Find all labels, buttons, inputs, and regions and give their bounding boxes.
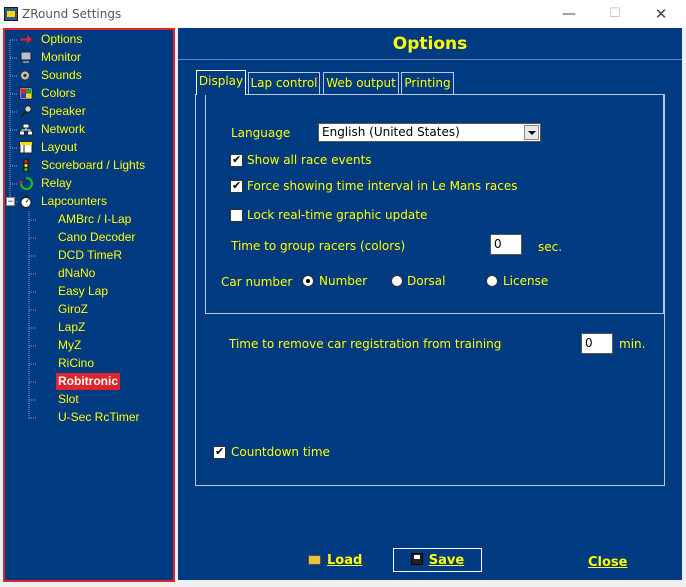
app-icon [4, 7, 18, 21]
colors-icon [19, 87, 33, 100]
stopwatch-icon [20, 195, 32, 208]
close-window-button[interactable]: ✕ [638, 0, 684, 28]
tree-item-label: AMBrc / I-Lap [58, 212, 132, 226]
folder-icon [308, 555, 321, 565]
tree-item-label: Scoreboard / Lights [41, 158, 146, 172]
speaker-icon [20, 105, 32, 118]
group-racers-label: Time to group racers (colors) [231, 239, 406, 253]
layout-icon [19, 141, 33, 154]
language-label: Language [231, 126, 291, 140]
force-time-interval-checkbox[interactable] [230, 179, 243, 193]
floppy-disk-icon [410, 553, 423, 565]
window-title: ZRound Settings [22, 7, 122, 21]
tree-item-label: Layout [41, 140, 78, 154]
tree-item-label: Slot [58, 392, 79, 406]
lock-realtime-checkbox[interactable] [230, 209, 243, 222]
tree-item-label: Speaker [41, 104, 86, 118]
divider [178, 59, 682, 60]
tree-item-label: U-Sec RcTimer [58, 410, 140, 424]
language-select[interactable]: English (United States) [318, 123, 541, 142]
car-number-number-radio[interactable] [302, 275, 314, 287]
relay-icon [19, 177, 33, 190]
car-number-number-label: Number [319, 274, 368, 288]
tree-item-label: LapZ [58, 320, 86, 334]
tree-item-label: dNaNo [58, 266, 96, 280]
tab-display[interactable]: Display [196, 70, 246, 95]
tree-item-label: RiCino [58, 356, 95, 370]
sounds-icon [20, 70, 30, 81]
tree-item-label: GiroZ [58, 302, 88, 316]
tree-item-label: Cano Decoder [58, 230, 136, 244]
language-value: English (United States) [322, 125, 460, 139]
tab-lap-control[interactable]: Lap control [248, 72, 320, 94]
save-button[interactable]: Save [393, 548, 482, 572]
tree-item-label: Options [41, 32, 83, 46]
minimize-button[interactable]: — [546, 0, 592, 28]
show-all-race-events-label: Show all race events [247, 153, 372, 167]
tab-web-output[interactable]: Web output [323, 72, 399, 94]
tree-item-label: Colors [41, 86, 76, 100]
tree-item-label: Monitor [41, 50, 82, 64]
tree-item-label-selected: Robitronic [56, 373, 120, 390]
window-border [682, 28, 686, 587]
monitor-icon [20, 51, 32, 63]
car-number-dorsal-label: Dorsal [407, 274, 446, 288]
car-number-label: Car number [221, 275, 293, 289]
tree-item-label: Relay [41, 176, 72, 190]
tree-item-label: MyZ [58, 338, 82, 352]
lock-realtime-label: Lock real-time graphic update [247, 208, 428, 222]
countdown-checkbox[interactable] [213, 445, 226, 459]
options-panel: Options Display Lap control Web output P… [178, 28, 682, 580]
remove-car-input[interactable]: 0 [581, 333, 613, 354]
network-icon [19, 123, 33, 136]
group-racers-unit: sec. [538, 240, 563, 254]
tree-item-label: Network [41, 122, 86, 136]
countdown-label: Countdown time [231, 445, 330, 459]
chevron-down-icon[interactable] [524, 125, 539, 140]
save-label: Save [428, 553, 465, 568]
title-bar: ZRound Settings — ☐ ✕ [0, 0, 686, 28]
collapse-toggle-icon[interactable]: − [6, 197, 15, 206]
tree-item-label: Easy Lap [58, 284, 109, 298]
remove-car-label: Time to remove car registration from tra… [229, 337, 502, 351]
load-button[interactable]: Load [308, 549, 378, 573]
group-racers-input[interactable]: 0 [490, 234, 522, 255]
car-number-license-radio[interactable] [486, 275, 498, 287]
load-label: Load [327, 553, 363, 568]
car-number-dorsal-radio[interactable] [391, 275, 403, 287]
page-title: Options [392, 34, 468, 54]
force-time-interval-label: Force showing time interval in Le Mans r… [247, 179, 518, 193]
traffic-light-icon [23, 159, 29, 172]
tree-item-label: Sounds [41, 68, 82, 82]
arrow-icon [20, 35, 32, 44]
close-label: Close [588, 555, 628, 570]
maximize-button[interactable]: ☐ [592, 0, 638, 28]
tree-item-label: Lapcounters [41, 194, 108, 208]
car-number-license-label: License [503, 274, 549, 288]
tree-item-label: DCD TimeR [58, 248, 123, 262]
show-all-race-events-checkbox[interactable] [230, 153, 243, 167]
close-button[interactable]: Close [588, 551, 638, 575]
settings-tree: Options Monitor Sounds Colors Speaker Ne… [3, 28, 175, 582]
tab-printing[interactable]: Printing [401, 72, 454, 94]
remove-car-unit: min. [619, 337, 646, 351]
